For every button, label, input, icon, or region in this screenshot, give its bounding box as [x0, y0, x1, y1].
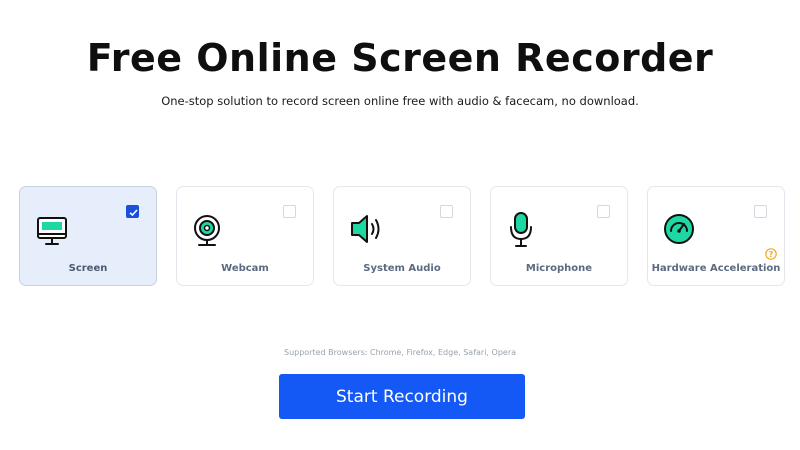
option-webcam-card[interactable]: Webcam: [176, 186, 314, 286]
option-label: Hardware Acceleration: [651, 263, 781, 274]
screen-checkbox[interactable]: [126, 205, 139, 218]
svg-text:?: ?: [769, 250, 774, 259]
start-recording-button[interactable]: Start Recording: [279, 374, 525, 419]
option-system-audio-card[interactable]: System Audio: [333, 186, 471, 286]
webcam-checkbox[interactable]: [283, 205, 296, 218]
option-label: System Audio: [363, 263, 441, 274]
option-label: Microphone: [525, 263, 593, 274]
option-microphone-card[interactable]: Microphone: [490, 186, 628, 286]
checkmark-icon: [129, 209, 138, 217]
question-icon[interactable]: ?: [765, 245, 777, 260]
option-label: Screen: [68, 263, 108, 274]
supported-browsers-text: Supported Browsers: Chrome, Firefox, Edg…: [283, 348, 517, 357]
speaker-icon: [349, 211, 387, 249]
microphone-icon: [506, 211, 544, 249]
microphone-checkbox[interactable]: [597, 205, 610, 218]
webcam-icon: [192, 211, 230, 249]
hardware-acceleration-checkbox[interactable]: [754, 205, 767, 218]
system-audio-checkbox[interactable]: [440, 205, 453, 218]
monitor-icon: [35, 211, 73, 249]
speedometer-icon: [663, 211, 701, 249]
recording-options: Screen Webcam System Audio Microphone ? …: [0, 0, 800, 300]
option-label: Webcam: [221, 263, 269, 274]
option-hardware-acceleration-card[interactable]: ? Hardware Acceleration: [647, 186, 785, 286]
option-screen-card[interactable]: Screen: [19, 186, 157, 286]
